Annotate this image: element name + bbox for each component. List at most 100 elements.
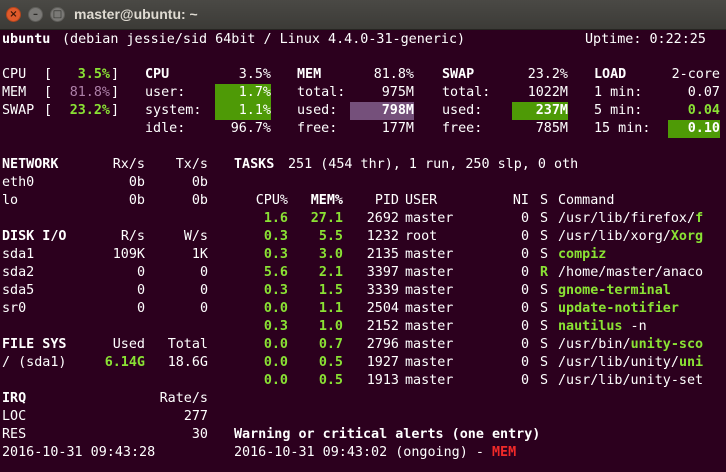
process-cpu: 1.6: [263, 211, 288, 226]
process-mem: 0.5: [318, 373, 343, 388]
alert-entry: 2016-10-31 09:43:02 (ongoing) - MEM: [234, 444, 516, 462]
close-icon[interactable]: ×: [6, 7, 21, 22]
process-mem: 1.0: [318, 319, 343, 334]
minimize-icon[interactable]: –: [28, 7, 43, 22]
process-mem: 5.5: [318, 229, 343, 244]
process-state: S: [540, 229, 549, 244]
column-header-pid[interactable]: PID: [355, 192, 399, 210]
process-user: master: [405, 337, 454, 352]
column-header-user[interactable]: USER: [405, 192, 437, 210]
window-titlebar[interactable]: × – □ master@ubuntu: ~: [0, 0, 726, 30]
column-header-cpu[interactable]: CPU%: [248, 192, 288, 210]
process-state: R: [540, 265, 549, 280]
maximize-icon[interactable]: □: [50, 7, 65, 22]
process-ni: 0: [520, 301, 529, 316]
command-name: nautilus: [558, 319, 623, 334]
process-mem: 1.1: [318, 301, 343, 316]
process-cpu: 0.0: [263, 373, 288, 388]
command-name: Xorg: [670, 229, 704, 244]
command-path: /usr/lib/firefox/: [558, 211, 696, 226]
process-mem: 2.1: [318, 265, 343, 280]
process-command: gnome-terminal: [558, 282, 671, 300]
alert-entry-text: 2016-10-31 09:43:02 (ongoing) -: [234, 445, 492, 460]
process-pid: 2692: [366, 211, 399, 226]
command-name: uni: [678, 355, 704, 370]
command-path: /usr/lib/xorg/: [558, 229, 671, 244]
process-cpu: 0.0: [263, 337, 288, 352]
process-pid: 3397: [366, 265, 399, 280]
command-path: /usr/lib/unity-set: [558, 373, 704, 388]
process-user: master: [405, 373, 454, 388]
command-name: compiz: [558, 247, 607, 262]
process-ni: 0: [520, 355, 529, 370]
command-path: /usr/lib/unity/: [558, 355, 679, 370]
process-user: root: [405, 229, 438, 244]
command-name: gnome-terminal: [558, 283, 671, 298]
process-state: S: [540, 373, 549, 388]
process-cpu: 0.3: [263, 283, 288, 298]
command-name: unity-sco: [630, 337, 704, 352]
process-pid: 1232: [366, 229, 399, 244]
process-ni: 0: [520, 211, 529, 226]
column-header-command[interactable]: Command: [558, 192, 614, 210]
process-pid: 2504: [366, 301, 399, 316]
process-command: /usr/lib/firefox/f: [558, 210, 703, 228]
process-command: nautilus -n: [558, 318, 647, 336]
process-command: /usr/lib/unity/uni: [558, 354, 703, 372]
process-user: master: [405, 301, 454, 316]
process-user: master: [405, 211, 454, 226]
process-state: S: [540, 247, 549, 262]
terminal-content[interactable]: ubuntu (debian jessie/sid 64bit / Linux …: [0, 30, 726, 472]
process-ni: 0: [520, 229, 529, 244]
process-ni: 0: [520, 319, 529, 334]
process-mem: 1.5: [318, 283, 343, 298]
process-cpu: 0.3: [263, 247, 288, 262]
process-cpu: 5.6: [263, 265, 288, 280]
process-state: S: [540, 301, 549, 316]
command-args: -n: [622, 319, 647, 334]
process-table[interactable]: CPU% MEM% PID USER NI S Command 1.6 27.1…: [0, 30, 726, 472]
process-ni: 0: [520, 265, 529, 280]
process-mem: 27.1: [310, 211, 343, 226]
process-pid: 2796: [366, 337, 399, 352]
process-user: master: [405, 265, 454, 280]
command-path: /usr/bin/: [558, 337, 631, 352]
process-user: master: [405, 247, 454, 262]
column-header-ni[interactable]: NI: [505, 192, 529, 210]
column-header-mem[interactable]: MEM%: [300, 192, 343, 210]
process-command: compiz: [558, 246, 606, 264]
command-path: /home/master/anaco: [558, 265, 704, 280]
process-pid: 1913: [366, 373, 399, 388]
window-title: master@ubuntu: ~: [74, 6, 198, 22]
command-name: update-notifier: [558, 301, 679, 316]
process-mem: 3.0: [318, 247, 343, 262]
process-pid: 2152: [366, 319, 399, 334]
process-pid: 2135: [366, 247, 399, 262]
column-header-s[interactable]: S: [540, 192, 548, 210]
process-pid: 3339: [366, 283, 399, 298]
process-cpu: 0.3: [263, 229, 288, 244]
process-user: master: [405, 319, 454, 334]
process-mem: 0.5: [318, 355, 343, 370]
process-state: S: [540, 355, 549, 370]
process-command: /usr/lib/xorg/Xorg: [558, 228, 703, 246]
process-pid: 1927: [366, 355, 399, 370]
process-state: S: [540, 283, 549, 298]
process-state: S: [540, 337, 549, 352]
alerts-title: Warning or critical alerts (one entry): [234, 427, 541, 442]
process-state: S: [540, 319, 549, 334]
process-ni: 0: [520, 337, 529, 352]
process-ni: 0: [520, 373, 529, 388]
process-command: /usr/lib/unity-set: [558, 372, 703, 390]
process-user: master: [405, 355, 454, 370]
process-ni: 0: [520, 283, 529, 298]
process-command: /home/master/anaco: [558, 264, 703, 282]
process-command: update-notifier: [558, 300, 679, 318]
command-name: f: [695, 211, 704, 226]
alert-entry-type: MEM: [491, 445, 517, 460]
process-ni: 0: [520, 247, 529, 262]
process-cpu: 0.0: [263, 301, 288, 316]
process-cpu: 0.0: [263, 355, 288, 370]
process-mem: 0.7: [318, 337, 343, 352]
process-command: /usr/bin/unity-sco: [558, 336, 703, 354]
